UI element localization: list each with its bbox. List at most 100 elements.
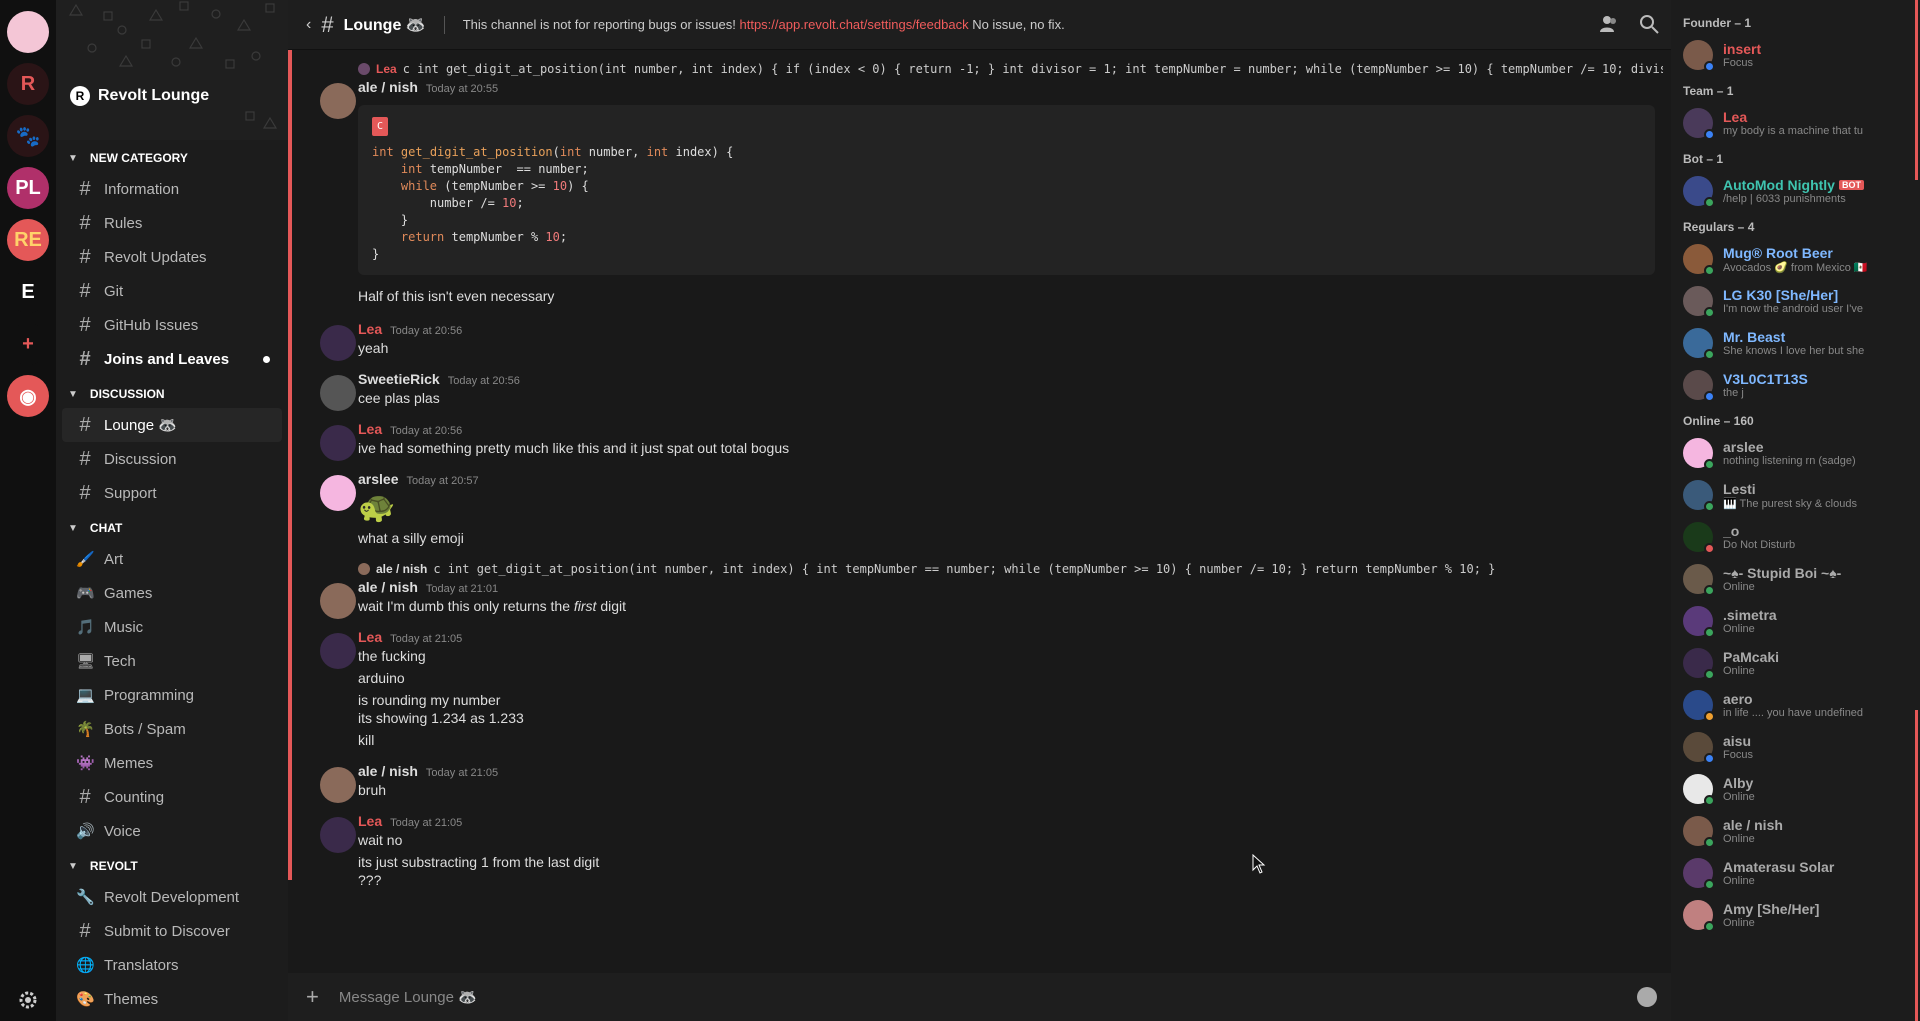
- server-name[interactable]: R Revolt Lounge: [70, 86, 209, 106]
- message[interactable]: SweetieRick Today at 20:56 cee plas plas: [306, 371, 1671, 411]
- message[interactable]: arslee Today at 20:57 🐢 what a silly emoj…: [306, 471, 1671, 549]
- channel-item[interactable]: 🔊 Voice: [62, 814, 282, 848]
- channel-item[interactable]: 🎨 Themes: [62, 982, 282, 1016]
- message-author[interactable]: Lea: [358, 629, 382, 645]
- member-item[interactable]: Mr. Beast She knows I love her but she: [1683, 322, 1920, 364]
- message[interactable]: Lea Today at 20:56 ive had something pret…: [306, 421, 1671, 461]
- message-text: wait no: [358, 832, 403, 848]
- category-header[interactable]: ▼ NEW CATEGORY: [56, 144, 288, 172]
- member-item[interactable]: Amaterasu Solar Online: [1683, 852, 1920, 894]
- channel-item[interactable]: # Submit to Discover: [62, 914, 282, 948]
- server-banner[interactable]: R Revolt Lounge: [56, 0, 288, 140]
- message-author[interactable]: Lea: [358, 421, 382, 437]
- channel-item[interactable]: 🔧 Revolt Development: [62, 880, 282, 914]
- message[interactable]: Lea c int get_digit_at_position(int numb…: [306, 59, 1671, 307]
- member-item[interactable]: Alby Online: [1683, 768, 1920, 810]
- channel-item[interactable]: 🖌️ Art: [62, 542, 282, 576]
- avatar[interactable]: [320, 375, 356, 411]
- server-icon[interactable]: +: [7, 323, 49, 365]
- channel-item[interactable]: 🎵 Music: [62, 610, 282, 644]
- channel-item[interactable]: 🌴 Bots / Spam: [62, 712, 282, 746]
- avatar[interactable]: [320, 425, 356, 461]
- avatar[interactable]: [320, 583, 356, 619]
- message[interactable]: Lea Today at 21:05 wait no its just subst…: [306, 813, 1671, 889]
- member-item[interactable]: arslee nothing listening rn (sadge): [1683, 432, 1920, 474]
- avatar[interactable]: [320, 767, 356, 803]
- member-item[interactable]: insert Focus: [1683, 34, 1920, 76]
- channel-name: Bots / Spam: [104, 720, 186, 738]
- member-item[interactable]: aero in life .... you have undefined: [1683, 684, 1920, 726]
- member-item[interactable]: ale / nish Online: [1683, 810, 1920, 852]
- message-input[interactable]: Message Lounge 🦝: [339, 988, 477, 1006]
- user-avatar[interactable]: [7, 11, 49, 53]
- message[interactable]: ale / nish c int get_digit_at_position(i…: [306, 559, 1671, 619]
- server-icon[interactable]: 🐾: [7, 115, 49, 157]
- channel-item[interactable]: # GitHub Issues: [62, 308, 282, 342]
- member-item[interactable]: Mug® Root Beer Avocados 🥑 from Mexico 🇲🇽: [1683, 238, 1920, 280]
- message-author[interactable]: arslee: [358, 471, 398, 487]
- server-icon[interactable]: RE: [7, 219, 49, 261]
- channel-name: Information: [104, 180, 180, 198]
- category-header[interactable]: ▼ CHAT: [56, 514, 288, 542]
- message-author[interactable]: ale / nish: [358, 79, 418, 95]
- member-item[interactable]: .simetra Online: [1683, 600, 1920, 642]
- channel-item[interactable]: # Joins and Leaves: [62, 342, 282, 376]
- member-item[interactable]: ~♠- Stupid Boi ~♠- Online: [1683, 558, 1920, 600]
- message-author[interactable]: ale / nish: [358, 579, 418, 595]
- channel-item[interactable]: # Rules: [62, 206, 282, 240]
- avatar[interactable]: [320, 475, 356, 511]
- member-item[interactable]: Lea my body is a machine that tu: [1683, 102, 1920, 144]
- channel-item[interactable]: # Lounge 🦝: [62, 408, 282, 442]
- settings-gear-icon[interactable]: [0, 989, 56, 1011]
- members-icon[interactable]: [1599, 14, 1619, 34]
- member-item[interactable]: LG K30 [She/Her] I'm now the android user…: [1683, 280, 1920, 322]
- attach-plus-icon[interactable]: +: [306, 984, 319, 1010]
- emoji-picker-icon[interactable]: [1637, 987, 1657, 1007]
- message-author[interactable]: ale / nish: [358, 763, 418, 779]
- channel-item[interactable]: # Git: [62, 274, 282, 308]
- message-author[interactable]: Lea: [358, 321, 382, 337]
- category-header[interactable]: ▼ REVOLT: [56, 852, 288, 880]
- message-author[interactable]: SweetieRick: [358, 371, 440, 387]
- member-item[interactable]: aisu Focus: [1683, 726, 1920, 768]
- search-icon[interactable]: [1639, 14, 1659, 34]
- avatar[interactable]: [320, 633, 356, 669]
- server-icon[interactable]: ◉: [7, 375, 49, 417]
- hash-icon: #: [79, 785, 91, 808]
- channel-item[interactable]: # Information: [62, 172, 282, 206]
- channel-item[interactable]: 🌐 Translators: [62, 948, 282, 982]
- member-item[interactable]: PaMcaki Online: [1683, 642, 1920, 684]
- member-item[interactable]: _o Do Not Disturb: [1683, 516, 1920, 558]
- avatar[interactable]: [320, 325, 356, 361]
- message-author[interactable]: Lea: [358, 813, 382, 829]
- member-item[interactable]: V3L0C1T13S the j: [1683, 364, 1920, 406]
- channel-item[interactable]: 🎮 Games: [62, 576, 282, 610]
- reply-preview[interactable]: ale / nish c int get_digit_at_position(i…: [358, 559, 1671, 579]
- message[interactable]: Lea Today at 20:56 yeah: [306, 321, 1671, 361]
- channel-item[interactable]: # Support: [62, 476, 282, 510]
- channel-item[interactable]: 💻 Programming: [62, 678, 282, 712]
- member-name: Alby: [1723, 775, 1920, 791]
- category-header[interactable]: ▼ DISCUSSION: [56, 380, 288, 408]
- channel-item[interactable]: 👾 Memes: [62, 746, 282, 780]
- server-icon[interactable]: PL: [7, 167, 49, 209]
- server-icon[interactable]: R: [7, 63, 49, 105]
- member-item[interactable]: Lesti 🎹 The purest sky & clouds: [1683, 474, 1920, 516]
- channel-name: Rules: [104, 214, 143, 232]
- avatar[interactable]: [320, 817, 356, 853]
- channel-item[interactable]: # Counting: [62, 780, 282, 814]
- back-icon[interactable]: ‹: [306, 16, 311, 34]
- channel-item[interactable]: # Revolt Updates: [62, 240, 282, 274]
- message-time: Today at 20:56: [390, 425, 463, 437]
- channel-item[interactable]: 🖥 Tech: [62, 644, 282, 678]
- member-item[interactable]: AutoMod Nightly BOT/help | 6033 punishmen…: [1683, 170, 1920, 212]
- member-item[interactable]: Amy [She/Her] Online: [1683, 894, 1920, 936]
- channel-name: Programming: [104, 686, 195, 704]
- reply-preview[interactable]: Lea c int get_digit_at_position(int numb…: [358, 59, 1671, 79]
- message[interactable]: ale / nish Today at 21:05 bruh: [306, 763, 1671, 803]
- channel-item[interactable]: # Discussion: [62, 442, 282, 476]
- feedback-link[interactable]: https://app.revolt.chat/settings/feedbac…: [739, 17, 968, 32]
- avatar[interactable]: [320, 83, 356, 119]
- message[interactable]: Lea Today at 21:05 the fucking arduino is…: [306, 629, 1671, 749]
- server-icon[interactable]: E: [7, 271, 49, 313]
